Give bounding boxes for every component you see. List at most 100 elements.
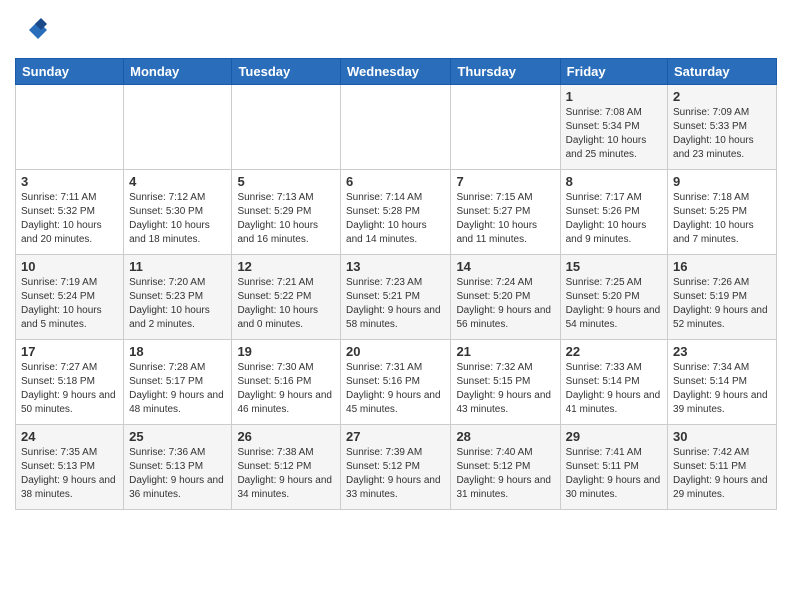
calendar-cell xyxy=(16,85,124,170)
day-info: Sunrise: 7:23 AM Sunset: 5:21 PM Dayligh… xyxy=(346,276,445,332)
calendar-cell: 29 Sunrise: 7:41 AM Sunset: 5:11 PM Dayli… xyxy=(560,425,667,510)
calendar-cell: 19 Sunrise: 7:30 AM Sunset: 5:16 PM Dayli… xyxy=(232,340,341,425)
day-info: Sunrise: 7:36 AM Sunset: 5:13 PM Dayligh… xyxy=(129,446,226,502)
day-info: Sunrise: 7:20 AM Sunset: 5:23 PM Dayligh… xyxy=(129,276,226,332)
calendar-cell: 11 Sunrise: 7:20 AM Sunset: 5:23 PM Dayli… xyxy=(124,255,232,340)
day-info: Sunrise: 7:27 AM Sunset: 5:18 PM Dayligh… xyxy=(21,361,118,417)
calendar-cell: 12 Sunrise: 7:21 AM Sunset: 5:22 PM Dayli… xyxy=(232,255,341,340)
calendar-cell: 25 Sunrise: 7:36 AM Sunset: 5:13 PM Dayli… xyxy=(124,425,232,510)
calendar-cell: 28 Sunrise: 7:40 AM Sunset: 5:12 PM Dayli… xyxy=(451,425,560,510)
weekday-header-tuesday: Tuesday xyxy=(232,59,341,85)
calendar-cell: 16 Sunrise: 7:26 AM Sunset: 5:19 PM Dayli… xyxy=(668,255,777,340)
day-number: 29 xyxy=(566,429,662,444)
day-number: 14 xyxy=(456,259,554,274)
day-number: 7 xyxy=(456,174,554,189)
header xyxy=(15,10,777,50)
calendar-cell xyxy=(451,85,560,170)
day-info: Sunrise: 7:13 AM Sunset: 5:29 PM Dayligh… xyxy=(237,191,335,247)
day-info: Sunrise: 7:14 AM Sunset: 5:28 PM Dayligh… xyxy=(346,191,445,247)
day-info: Sunrise: 7:42 AM Sunset: 5:11 PM Dayligh… xyxy=(673,446,771,502)
day-number: 20 xyxy=(346,344,445,359)
day-number: 11 xyxy=(129,259,226,274)
day-info: Sunrise: 7:26 AM Sunset: 5:19 PM Dayligh… xyxy=(673,276,771,332)
calendar-cell: 26 Sunrise: 7:38 AM Sunset: 5:12 PM Dayli… xyxy=(232,425,341,510)
calendar-cell: 17 Sunrise: 7:27 AM Sunset: 5:18 PM Dayli… xyxy=(16,340,124,425)
calendar-cell: 14 Sunrise: 7:24 AM Sunset: 5:20 PM Dayli… xyxy=(451,255,560,340)
day-info: Sunrise: 7:25 AM Sunset: 5:20 PM Dayligh… xyxy=(566,276,662,332)
day-number: 15 xyxy=(566,259,662,274)
calendar-cell: 22Sunrise: 7:33 AM Sunset: 5:14 PM Dayli… xyxy=(560,340,667,425)
day-info: Sunrise: 7:41 AM Sunset: 5:11 PM Dayligh… xyxy=(566,446,662,502)
day-number: 23 xyxy=(673,344,771,359)
day-info: Sunrise: 7:11 AM Sunset: 5:32 PM Dayligh… xyxy=(21,191,118,247)
weekday-header-sunday: Sunday xyxy=(16,59,124,85)
calendar-cell: 4Sunrise: 7:12 AM Sunset: 5:30 PM Daylig… xyxy=(124,170,232,255)
day-number: 12 xyxy=(237,259,335,274)
day-number: 17 xyxy=(21,344,118,359)
day-info: Sunrise: 7:09 AM Sunset: 5:33 PM Dayligh… xyxy=(673,106,771,162)
weekday-header-monday: Monday xyxy=(124,59,232,85)
day-number: 2 xyxy=(673,89,771,104)
day-info: Sunrise: 7:33 AM Sunset: 5:14 PM Dayligh… xyxy=(566,361,662,417)
day-info: Sunrise: 7:19 AM Sunset: 5:24 PM Dayligh… xyxy=(21,276,118,332)
day-info: Sunrise: 7:21 AM Sunset: 5:22 PM Dayligh… xyxy=(237,276,335,332)
calendar-cell: 30 Sunrise: 7:42 AM Sunset: 5:11 PM Dayli… xyxy=(668,425,777,510)
day-info: Sunrise: 7:24 AM Sunset: 5:20 PM Dayligh… xyxy=(456,276,554,332)
calendar-cell: 9 Sunrise: 7:18 AM Sunset: 5:25 PM Daylig… xyxy=(668,170,777,255)
day-info: Sunrise: 7:28 AM Sunset: 5:17 PM Dayligh… xyxy=(129,361,226,417)
day-number: 9 xyxy=(673,174,771,189)
logo-icon xyxy=(17,15,47,45)
day-info: Sunrise: 7:38 AM Sunset: 5:12 PM Dayligh… xyxy=(237,446,335,502)
day-info: Sunrise: 7:35 AM Sunset: 5:13 PM Dayligh… xyxy=(21,446,118,502)
day-info: Sunrise: 7:40 AM Sunset: 5:12 PM Dayligh… xyxy=(456,446,554,502)
day-info: Sunrise: 7:32 AM Sunset: 5:15 PM Dayligh… xyxy=(456,361,554,417)
day-info: Sunrise: 7:31 AM Sunset: 5:16 PM Dayligh… xyxy=(346,361,445,417)
calendar-cell xyxy=(124,85,232,170)
day-info: Sunrise: 7:17 AM Sunset: 5:26 PM Dayligh… xyxy=(566,191,662,247)
weekday-header-friday: Friday xyxy=(560,59,667,85)
page: SundayMondayTuesdayWednesdayThursdayFrid… xyxy=(0,0,792,520)
day-number: 19 xyxy=(237,344,335,359)
weekday-header-wednesday: Wednesday xyxy=(341,59,451,85)
calendar-cell: 8 Sunrise: 7:17 AM Sunset: 5:26 PM Daylig… xyxy=(560,170,667,255)
day-number: 24 xyxy=(21,429,118,444)
calendar-cell: 5 Sunrise: 7:13 AM Sunset: 5:29 PM Daylig… xyxy=(232,170,341,255)
day-info: Sunrise: 7:34 AM Sunset: 5:14 PM Dayligh… xyxy=(673,361,771,417)
day-info: Sunrise: 7:08 AM Sunset: 5:34 PM Dayligh… xyxy=(566,106,662,162)
day-number: 28 xyxy=(456,429,554,444)
day-number: 3 xyxy=(21,174,118,189)
calendar-cell: 1 Sunrise: 7:08 AM Sunset: 5:34 PM Daylig… xyxy=(560,85,667,170)
day-info: Sunrise: 7:18 AM Sunset: 5:25 PM Dayligh… xyxy=(673,191,771,247)
calendar-cell: 2 Sunrise: 7:09 AM Sunset: 5:33 PM Daylig… xyxy=(668,85,777,170)
day-info: Sunrise: 7:15 AM Sunset: 5:27 PM Dayligh… xyxy=(456,191,554,247)
day-number: 5 xyxy=(237,174,335,189)
calendar-cell: 7 Sunrise: 7:15 AM Sunset: 5:27 PM Daylig… xyxy=(451,170,560,255)
calendar-cell: 27Sunrise: 7:39 AM Sunset: 5:12 PM Dayli… xyxy=(341,425,451,510)
day-number: 25 xyxy=(129,429,226,444)
day-info: Sunrise: 7:30 AM Sunset: 5:16 PM Dayligh… xyxy=(237,361,335,417)
calendar-cell: 23 Sunrise: 7:34 AM Sunset: 5:14 PM Dayli… xyxy=(668,340,777,425)
day-number: 18 xyxy=(129,344,226,359)
calendar-cell: 10Sunrise: 7:19 AM Sunset: 5:24 PM Dayli… xyxy=(16,255,124,340)
calendar-cell: 24 Sunrise: 7:35 AM Sunset: 5:13 PM Dayli… xyxy=(16,425,124,510)
calendar-cell: 15 Sunrise: 7:25 AM Sunset: 5:20 PM Dayli… xyxy=(560,255,667,340)
weekday-header-thursday: Thursday xyxy=(451,59,560,85)
day-number: 1 xyxy=(566,89,662,104)
day-number: 26 xyxy=(237,429,335,444)
day-number: 16 xyxy=(673,259,771,274)
calendar-cell xyxy=(341,85,451,170)
day-number: 13 xyxy=(346,259,445,274)
day-number: 8 xyxy=(566,174,662,189)
weekday-header-saturday: Saturday xyxy=(668,59,777,85)
calendar-cell: 6Sunrise: 7:14 AM Sunset: 5:28 PM Daylig… xyxy=(341,170,451,255)
day-number: 21 xyxy=(456,344,554,359)
calendar: SundayMondayTuesdayWednesdayThursdayFrid… xyxy=(15,58,777,510)
day-number: 4 xyxy=(129,174,226,189)
calendar-cell: 18 Sunrise: 7:28 AM Sunset: 5:17 PM Dayli… xyxy=(124,340,232,425)
day-number: 30 xyxy=(673,429,771,444)
calendar-cell: 13 Sunrise: 7:23 AM Sunset: 5:21 PM Dayli… xyxy=(341,255,451,340)
calendar-cell: 3 Sunrise: 7:11 AM Sunset: 5:32 PM Daylig… xyxy=(16,170,124,255)
logo xyxy=(15,15,47,50)
calendar-cell: 20 Sunrise: 7:31 AM Sunset: 5:16 PM Dayli… xyxy=(341,340,451,425)
calendar-cell: 21 Sunrise: 7:32 AM Sunset: 5:15 PM Dayli… xyxy=(451,340,560,425)
